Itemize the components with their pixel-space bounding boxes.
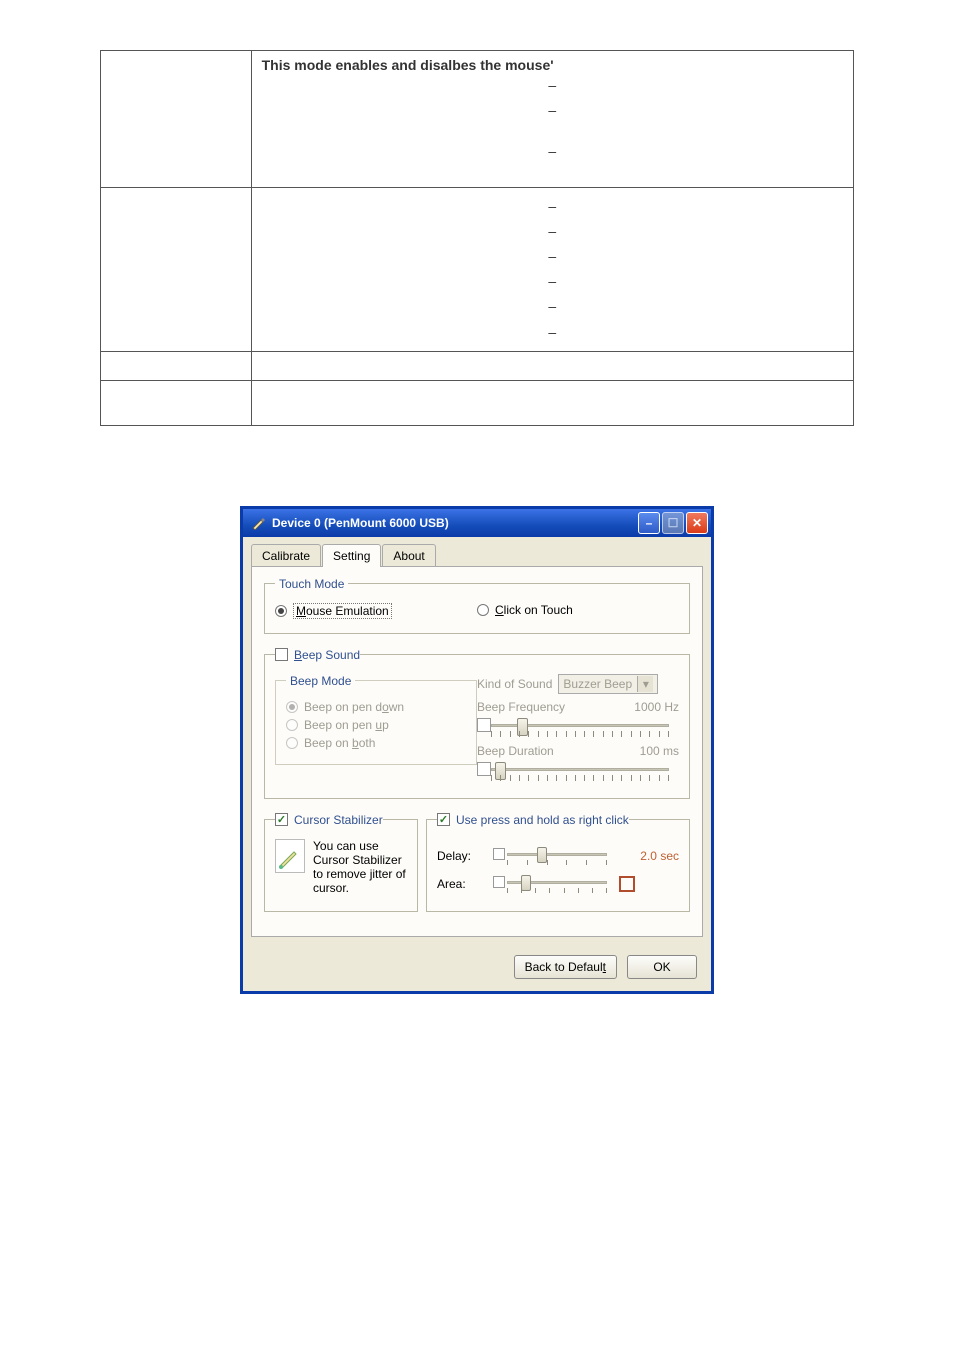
chevron-down-icon: ▾ <box>637 676 653 692</box>
radio-mouse-emulation[interactable]: Mouse Emulation <box>275 603 477 619</box>
doc-table: This mode enables and disalbes the mouse… <box>100 50 854 426</box>
cursor-stabilizer-desc: You can use Cursor Stabilizer to remove … <box>313 839 407 895</box>
doc-cell-right3 <box>251 351 853 380</box>
doc-row1-strong: This mode enables and disalbes the mouse… <box>262 57 554 73</box>
window-title: Device 0 (PenMount 6000 USB) <box>272 516 638 530</box>
dialog-button-bar: Back to Default OK <box>243 945 711 991</box>
close-button[interactable]: ✕ <box>686 512 708 534</box>
radio-dot-icon <box>477 604 489 616</box>
delay-slider[interactable] <box>493 845 613 867</box>
cursor-stabilizer-label: Cursor Stabilizer <box>294 813 383 827</box>
checkbox-icon <box>437 813 450 826</box>
kind-of-sound-select: Buzzer Beep ▾ <box>558 674 658 694</box>
maximize-button: ☐ <box>662 512 684 534</box>
right-click-group: Use press and hold as right click Delay:… <box>426 809 690 912</box>
check-cursor-stabilizer[interactable]: Cursor Stabilizer <box>275 813 383 827</box>
dash-line-7: – <box>262 269 843 294</box>
check-press-hold-right-click[interactable]: Use press and hold as right click <box>437 813 629 827</box>
radio-beep-pen-up: Beep on pen up <box>286 718 466 732</box>
pen-icon <box>250 515 266 531</box>
mouse-emulation-label: ouse Emulation <box>306 604 389 618</box>
area-preview-icon <box>619 876 635 892</box>
checkbox-icon <box>275 813 288 826</box>
doc-cell-left1 <box>101 51 252 188</box>
radio-click-on-touch[interactable]: Click on Touch <box>477 603 679 617</box>
minimize-button[interactable]: – <box>638 512 660 534</box>
delay-value: 2.0 sec <box>619 849 679 863</box>
beep-frequency-slider <box>477 716 679 738</box>
dash-line-9: – <box>262 320 843 345</box>
radio-beep-pen-down: Beep on pen down <box>286 700 466 714</box>
dash-line-5: – <box>262 219 843 244</box>
tab-calibrate[interactable]: Calibrate <box>251 544 321 567</box>
dash-line-1: – <box>262 73 843 98</box>
beep-duration-value: 100 ms <box>609 744 679 758</box>
checkbox-icon <box>275 648 288 661</box>
radio-dot-icon <box>286 719 298 731</box>
doc-cell-left3 <box>101 351 252 380</box>
beep-frequency-value: 1000 Hz <box>609 700 679 714</box>
area-slider[interactable] <box>493 873 613 895</box>
delay-label: Delay: <box>437 849 487 863</box>
penmount-dialog: Device 0 (PenMount 6000 USB) – ☐ ✕ Calib… <box>240 506 714 994</box>
beep-duration-label: Beep Duration <box>477 744 609 758</box>
radio-dot-icon <box>275 605 287 617</box>
tab-bar: Calibrate Setting About <box>243 537 711 566</box>
kind-of-sound-value: Buzzer Beep <box>563 677 632 691</box>
radio-beep-both: Beep on both <box>286 736 466 750</box>
doc-cell-left4 <box>101 380 252 425</box>
ok-button[interactable]: OK <box>627 955 697 979</box>
titlebar[interactable]: Device 0 (PenMount 6000 USB) – ☐ ✕ <box>243 509 711 537</box>
back-to-default-button[interactable]: Back to Default <box>514 955 617 979</box>
beep-frequency-label: Beep Frequency <box>477 700 609 714</box>
beep-mode-legend: Beep Mode <box>286 674 355 688</box>
press-hold-label: Use press and hold as right click <box>456 813 629 827</box>
doc-cell-right1: This mode enables and disalbes the mouse… <box>251 51 853 188</box>
dash-line-3: – <box>262 139 843 164</box>
touch-mode-legend: Touch Mode <box>275 577 348 591</box>
setting-panel: Touch Mode Mouse Emulation Click on Touc… <box>251 566 703 937</box>
check-beep-sound[interactable]: Beep Sound <box>275 648 360 662</box>
tab-about[interactable]: About <box>382 544 435 567</box>
tab-setting[interactable]: Setting <box>322 544 381 567</box>
area-label: Area: <box>437 877 487 891</box>
cursor-stabilizer-group: Cursor Stabilizer You can use Cursor Sta… <box>264 809 418 912</box>
pen-cursor-icon <box>275 839 305 873</box>
radio-dot-icon <box>286 737 298 749</box>
beep-duration-slider <box>477 760 679 782</box>
dash-line-4: – <box>262 194 843 219</box>
dash-line-8: – <box>262 294 843 319</box>
radio-dot-icon <box>286 701 298 713</box>
beep-group: Beep Sound Beep Mode Beep on pen down Be… <box>264 644 690 799</box>
doc-cell-right4 <box>251 380 853 425</box>
dash-line-2: – <box>262 98 843 123</box>
kind-of-sound-label: Kind of Sound <box>477 677 552 691</box>
beep-mode-group: Beep Mode Beep on pen down Beep on pen u… <box>275 674 477 765</box>
touch-mode-group: Touch Mode Mouse Emulation Click on Touc… <box>264 577 690 634</box>
doc-cell-left2 <box>101 187 252 351</box>
dash-line-6: – <box>262 244 843 269</box>
doc-cell-right2: – – – – – – <box>251 187 853 351</box>
